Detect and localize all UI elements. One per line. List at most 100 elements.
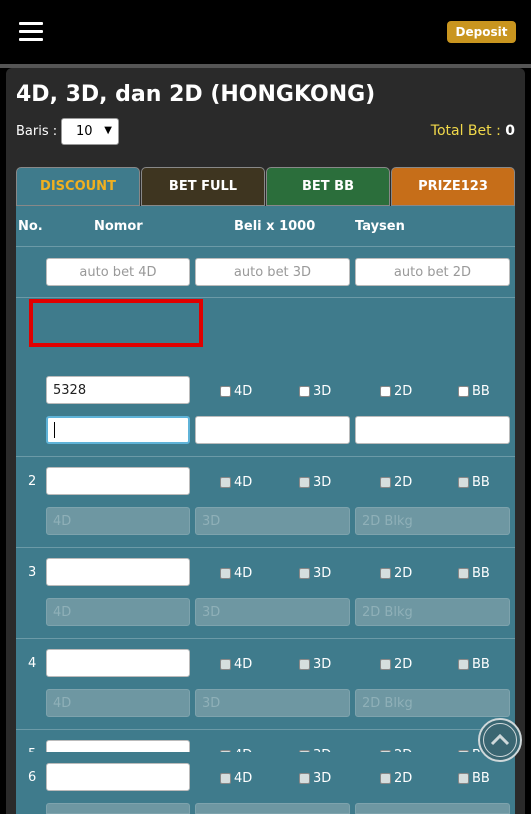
checkbox-4d[interactable]: 4D bbox=[220, 566, 252, 581]
checkbox-label: 4D bbox=[234, 657, 253, 672]
checkbox-label: 3D bbox=[313, 566, 332, 581]
checkbox-bb[interactable]: BB bbox=[458, 384, 490, 399]
header-beli: Beli x 1000 bbox=[234, 219, 316, 234]
auto-bet-2d-input[interactable]: auto bet 2D bbox=[355, 258, 510, 286]
divider bbox=[16, 297, 515, 298]
checkbox-bb[interactable]: BB bbox=[458, 475, 490, 490]
tab-bet-full[interactable]: BET FULL bbox=[141, 167, 265, 206]
checkbox-label: 4D bbox=[234, 475, 253, 490]
checkbox-bb[interactable]: BB bbox=[458, 657, 490, 672]
beli-2d-input[interactable] bbox=[355, 416, 510, 444]
checkbox-icon bbox=[380, 477, 391, 488]
checkbox-2d[interactable]: 2D bbox=[380, 566, 412, 581]
checkbox-3d[interactable]: 3D bbox=[299, 771, 331, 786]
checkbox-3d[interactable]: 3D bbox=[299, 657, 331, 672]
total-bet: Total Bet : 0 bbox=[431, 123, 515, 139]
auto-bet-3d-input[interactable]: auto bet 3D bbox=[195, 258, 350, 286]
checkbox-label: BB bbox=[472, 771, 490, 786]
divider bbox=[16, 547, 515, 548]
checkbox-label: 2D bbox=[394, 771, 413, 786]
checkbox-icon bbox=[220, 568, 231, 579]
beli-4d-input[interactable] bbox=[46, 416, 190, 444]
checkbox-4d[interactable]: 4D bbox=[220, 475, 252, 490]
total-bet-value: 0 bbox=[505, 123, 515, 139]
table-header: No. Nomor Beli x 1000 Taysen bbox=[16, 206, 515, 246]
beli-3d-input-disabled: 3D bbox=[195, 507, 350, 535]
checkbox-icon bbox=[299, 477, 310, 488]
checkbox-icon bbox=[299, 386, 310, 397]
nomor-input[interactable] bbox=[46, 763, 190, 791]
checkbox-3d[interactable]: 3D bbox=[299, 566, 331, 581]
nomor-input[interactable] bbox=[46, 558, 190, 586]
nomor-input[interactable] bbox=[46, 649, 190, 677]
checkbox-icon bbox=[299, 568, 310, 579]
divider bbox=[16, 729, 515, 730]
checkbox-icon bbox=[380, 659, 391, 670]
checkbox-label: 3D bbox=[313, 475, 332, 490]
checkbox-label: 3D bbox=[313, 384, 332, 399]
tab-discount[interactable]: DISCOUNT bbox=[16, 167, 140, 206]
hamburger-icon[interactable] bbox=[19, 22, 43, 42]
checkbox-icon bbox=[299, 659, 310, 670]
header-taysen: Taysen bbox=[355, 219, 405, 234]
checkbox-2d[interactable]: 2D bbox=[380, 771, 412, 786]
bet-panel: 4D, 3D, dan 2D (HONGKONG) Baris : 10 ▼ T… bbox=[6, 68, 525, 814]
baris-select[interactable]: 10 ▼ bbox=[61, 118, 119, 145]
beli-2d-input-disabled: 2D Blkg bbox=[355, 507, 510, 535]
bet-table: No. Nomor Beli x 1000 Taysen auto bet 4D… bbox=[16, 206, 515, 814]
divider bbox=[16, 456, 515, 457]
row-number: 2 bbox=[28, 474, 37, 489]
beli-2d-input-disabled: 2D Blkg bbox=[355, 598, 510, 626]
text-caret bbox=[54, 422, 55, 438]
checkbox-icon bbox=[220, 773, 231, 784]
row-number: 6 bbox=[28, 770, 37, 785]
checkbox-2d[interactable]: 2D bbox=[380, 475, 412, 490]
scroll-to-top-button[interactable] bbox=[478, 718, 522, 762]
checkbox-icon bbox=[458, 386, 469, 397]
beli-4d-input-disabled bbox=[46, 803, 190, 814]
checkbox-icon bbox=[220, 386, 231, 397]
beli-3d-input-disabled bbox=[195, 803, 350, 814]
beli-4d-input-disabled: 4D bbox=[46, 507, 190, 535]
checkbox-icon bbox=[299, 773, 310, 784]
baris-value: 10 bbox=[76, 124, 93, 139]
nomor-input[interactable]: 5328 bbox=[46, 376, 190, 404]
bet-tabs: DISCOUNT BET FULL BET BB PRIZE123 bbox=[16, 167, 515, 206]
beli-3d-input[interactable] bbox=[195, 416, 350, 444]
checkbox-4d[interactable]: 4D bbox=[220, 657, 252, 672]
checkbox-4d[interactable]: 4D bbox=[220, 771, 252, 786]
checkbox-icon bbox=[220, 659, 231, 670]
checkbox-label: 2D bbox=[394, 384, 413, 399]
checkbox-icon bbox=[380, 568, 391, 579]
checkbox-2d[interactable]: 2D bbox=[380, 657, 412, 672]
header-nomor: Nomor bbox=[94, 219, 143, 234]
row-number: 4 bbox=[28, 656, 37, 671]
checkbox-label: BB bbox=[472, 475, 490, 490]
auto-bet-4d-input[interactable]: auto bet 4D bbox=[46, 258, 190, 286]
checkbox-label: BB bbox=[472, 384, 490, 399]
checkbox-4d[interactable]: 4D bbox=[220, 384, 252, 399]
checkbox-label: BB bbox=[472, 566, 490, 581]
checkbox-bb[interactable]: BB bbox=[458, 566, 490, 581]
beli-3d-input-disabled: 3D bbox=[195, 598, 350, 626]
beli-4d-input-disabled: 4D bbox=[46, 689, 190, 717]
checkbox-3d[interactable]: 3D bbox=[299, 384, 331, 399]
deposit-button[interactable]: Deposit bbox=[447, 21, 516, 43]
beli-3d-input-disabled: 3D bbox=[195, 689, 350, 717]
divider bbox=[16, 246, 515, 247]
checkbox-bb[interactable]: BB bbox=[458, 771, 490, 786]
checkbox-label: 4D bbox=[234, 566, 253, 581]
checkbox-2d[interactable]: 2D bbox=[380, 384, 412, 399]
checkbox-3d[interactable]: 3D bbox=[299, 475, 331, 490]
tab-bet-bb[interactable]: BET BB bbox=[266, 167, 390, 206]
beli-2d-input-disabled bbox=[355, 803, 510, 814]
checkbox-label: 2D bbox=[394, 475, 413, 490]
checkbox-icon bbox=[458, 773, 469, 784]
page-title: 4D, 3D, dan 2D (HONGKONG) bbox=[16, 82, 376, 107]
tab-prize123[interactable]: PRIZE123 bbox=[391, 167, 515, 206]
checkbox-icon bbox=[220, 477, 231, 488]
checkbox-label: BB bbox=[472, 657, 490, 672]
nomor-input[interactable] bbox=[46, 467, 190, 495]
checkbox-label: 2D bbox=[394, 657, 413, 672]
row-number: 3 bbox=[28, 565, 37, 580]
